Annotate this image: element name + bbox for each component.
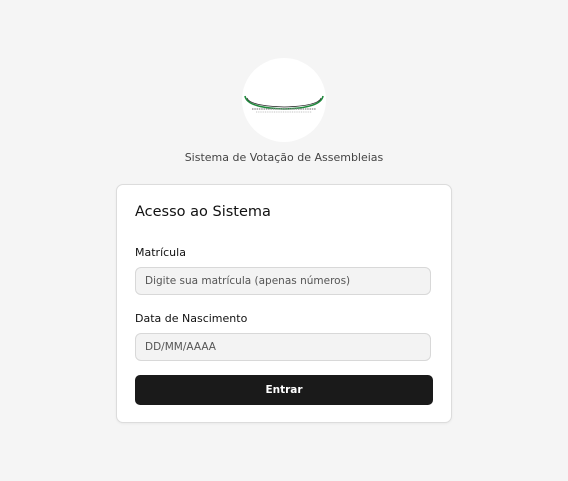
login-card: Acesso ao Sistema Matrícula Data de Nasc… xyxy=(116,184,452,423)
matricula-input[interactable] xyxy=(135,267,431,295)
nascimento-input[interactable] xyxy=(135,333,431,361)
card-title: Acesso ao Sistema xyxy=(135,204,271,220)
login-page: Sistema de Votação de Assembleias Acesso… xyxy=(0,0,568,481)
matricula-label: Matrícula xyxy=(135,246,186,259)
logo xyxy=(242,58,326,142)
login-button[interactable]: Entrar xyxy=(135,375,433,405)
system-subtitle: Sistema de Votação de Assembleias xyxy=(184,151,384,164)
nascimento-label: Data de Nascimento xyxy=(135,312,248,325)
assembly-logo-icon xyxy=(244,95,324,113)
